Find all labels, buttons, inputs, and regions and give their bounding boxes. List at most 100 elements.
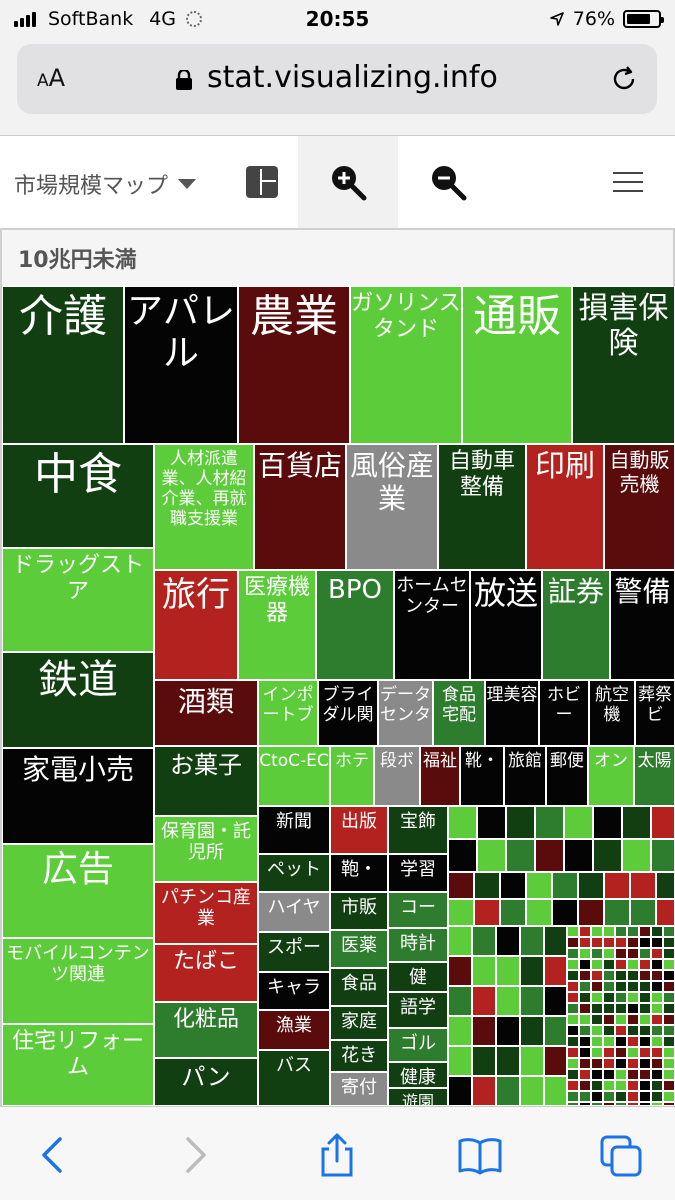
treemap-mini-cell[interactable] [579, 970, 591, 981]
treemap-mini-cell[interactable] [615, 1069, 627, 1080]
treemap-mini-cell[interactable] [579, 1036, 591, 1047]
treemap-mini-cell[interactable] [520, 986, 544, 1016]
treemap-mini-cell[interactable] [663, 1003, 675, 1014]
treemap-cell[interactable]: 人材派遣業、人材紹介業、再就職支援業 [154, 444, 254, 570]
treemap-mini-cell[interactable] [663, 1069, 675, 1080]
treemap-mini-cell[interactable] [520, 1016, 544, 1046]
treemap-mini-cell[interactable] [591, 1058, 603, 1069]
reader-settings-button[interactable]: AA [37, 64, 65, 92]
treemap-mini-cell[interactable] [651, 1025, 663, 1036]
treemap-mini-cell[interactable] [552, 899, 578, 926]
treemap-mini-cell[interactable] [567, 970, 579, 981]
treemap-cell[interactable]: ガソリンスタンド [350, 286, 462, 444]
treemap-mini-cell[interactable] [663, 948, 675, 959]
treemap-mini-cell[interactable] [603, 981, 615, 992]
treemap-mini-cell[interactable] [639, 959, 651, 970]
treemap-mini-cell[interactable] [520, 926, 544, 956]
treemap-mini-cell[interactable] [567, 1025, 579, 1036]
treemap-mini-cell[interactable] [622, 806, 651, 839]
treemap-cell[interactable]: パン [154, 1058, 258, 1106]
treemap-cell[interactable]: ホビー [539, 680, 589, 746]
treemap-mini-cell[interactable] [604, 899, 630, 926]
treemap-mini-cell[interactable] [496, 1076, 520, 1106]
treemap-mini-cell[interactable] [627, 948, 639, 959]
treemap-mini-cell[interactable] [472, 1046, 496, 1076]
treemap-mini-cell[interactable] [627, 1069, 639, 1080]
treemap-cell[interactable]: 風俗産業 [346, 444, 438, 570]
treemap-cell[interactable]: 家庭 [330, 1006, 388, 1040]
treemap-mini-cell[interactable] [448, 1046, 472, 1076]
treemap-mini-cell[interactable] [591, 992, 603, 1003]
treemap-cell[interactable]: スポー [258, 932, 330, 972]
treemap-mini-cell[interactable] [591, 926, 603, 937]
treemap-mini-cell[interactable] [579, 937, 591, 948]
treemap-mini-cell[interactable] [506, 839, 535, 872]
treemap-mini-cell[interactable] [603, 1003, 615, 1014]
bookmarks-icon[interactable] [456, 1131, 504, 1179]
treemap-mini-cell[interactable] [615, 1025, 627, 1036]
treemap-mini-cell[interactable] [448, 1076, 472, 1106]
treemap-mini-cell[interactable] [544, 986, 567, 1016]
treemap-cell[interactable]: 住宅リフォーム [2, 1024, 154, 1106]
treemap-mini-cell[interactable] [627, 1058, 639, 1069]
treemap-mini-cell[interactable] [639, 970, 651, 981]
treemap-mini-cell[interactable] [448, 1016, 472, 1046]
treemap-mini-cell[interactable] [651, 1091, 663, 1102]
treemap-mini-cell[interactable] [578, 872, 604, 899]
treemap-mini-cell[interactable] [639, 937, 651, 948]
treemap-cell[interactable]: 証券 [542, 570, 610, 680]
treemap-cell[interactable]: 警備 [610, 570, 675, 680]
treemap-mini-cell[interactable] [500, 899, 526, 926]
treemap-mini-cell[interactable] [615, 1036, 627, 1047]
url-text[interactable]: stat.visualizing.info [207, 60, 498, 95]
treemap-mini-cell[interactable] [615, 1014, 627, 1025]
treemap-mini-cell[interactable] [603, 1036, 615, 1047]
treemap-mini-cell[interactable] [567, 1091, 579, 1102]
treemap-mini-cell[interactable] [639, 981, 651, 992]
treemap-mini-cell[interactable] [500, 872, 526, 899]
treemap-cell[interactable]: モバイルコンテンツ関連 [2, 938, 154, 1024]
treemap-mini-cell[interactable] [567, 1047, 579, 1058]
treemap-mini-cell[interactable] [520, 1046, 544, 1076]
treemap-cell[interactable]: 航空機 [589, 680, 635, 746]
treemap-mini-cell[interactable] [630, 899, 656, 926]
treemap-cell[interactable]: 自動販売機 [604, 444, 675, 570]
treemap-mini-cell[interactable] [603, 1091, 615, 1102]
treemap-cell[interactable]: 遊園 [388, 1088, 448, 1106]
treemap-mini-cell[interactable] [472, 926, 496, 956]
treemap-cell[interactable]: 放送 [470, 570, 542, 680]
treemap-mini-cell[interactable] [591, 959, 603, 970]
treemap-mini-cell[interactable] [564, 806, 593, 839]
treemap-mini-cell[interactable] [603, 926, 615, 937]
treemap-mini-cell[interactable] [651, 1058, 663, 1069]
treemap-cell[interactable]: 食品 [330, 968, 388, 1006]
treemap-mini-cell[interactable] [651, 981, 663, 992]
treemap-mini-cell[interactable] [535, 839, 564, 872]
treemap-mini-cell[interactable] [615, 1047, 627, 1058]
treemap-mini-cell[interactable] [579, 1025, 591, 1036]
treemap-mini-cell[interactable] [663, 1058, 675, 1069]
treemap-mini-cell[interactable] [591, 1025, 603, 1036]
treemap-mini-cell[interactable] [506, 806, 535, 839]
treemap-mini-cell[interactable] [663, 1047, 675, 1058]
treemap-mini-cell[interactable] [567, 926, 579, 937]
map-type-select[interactable]: 市場規模マップ [14, 168, 197, 200]
treemap-mini-cell[interactable] [663, 1014, 675, 1025]
treemap-mini-cell[interactable] [622, 839, 651, 872]
treemap-mini-cell[interactable] [472, 956, 496, 986]
treemap-mini-cell[interactable] [663, 1025, 675, 1036]
treemap-cell[interactable]: アパレル [124, 286, 238, 444]
treemap-mini-cell[interactable] [593, 806, 622, 839]
treemap-mini-cell[interactable] [615, 992, 627, 1003]
treemap-mini-cell[interactable] [630, 872, 656, 899]
treemap-cell[interactable]: お菓子 [154, 746, 258, 816]
treemap-mini-cell[interactable] [567, 937, 579, 948]
treemap-mini-cell[interactable] [544, 1046, 567, 1076]
treemap-mini-cell[interactable] [615, 937, 627, 948]
treemap-cell[interactable]: 損害保険 [572, 286, 675, 444]
treemap-cell[interactable]: 葬祭ビ [635, 680, 675, 746]
treemap-mini-cell[interactable] [603, 1014, 615, 1025]
treemap-mini-cell[interactable] [615, 926, 627, 937]
treemap-mini-cell[interactable] [639, 948, 651, 959]
treemap-mini-cell[interactable] [591, 981, 603, 992]
